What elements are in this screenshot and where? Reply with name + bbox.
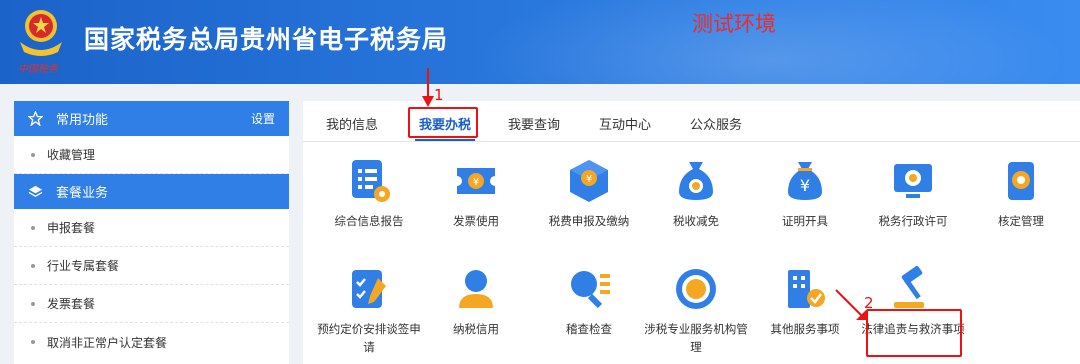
sidebar-item-label: 取消非正常户认定套餐 (47, 335, 168, 350)
settings-link[interactable]: 设置 (251, 110, 275, 127)
bullet (31, 263, 35, 268)
service-label: 证明开具 (782, 214, 828, 228)
service-item[interactable]: 纳税信用 (421, 264, 531, 338)
active-tab-indicator (415, 139, 475, 141)
service-label: 税收减免 (673, 214, 719, 228)
sidebar-item-label: 发票套餐 (47, 297, 96, 311)
search-list-icon (571, 271, 610, 309)
money-bag-yuan-icon: ¥ (788, 162, 822, 200)
service-item[interactable]: 核定管理 (966, 156, 1076, 230)
service-item[interactable]: ¥ 税费申报及缴纳 (534, 156, 644, 230)
seal-icon (676, 269, 716, 309)
sidebar-item[interactable]: 申报套餐 (14, 209, 289, 247)
building-check-icon (788, 270, 825, 308)
sidebar-item-label: 收藏管理 (47, 148, 96, 162)
sidebar-section-favorites[interactable]: 常用功能 设置 (14, 101, 289, 136)
svg-text:¥: ¥ (800, 176, 810, 195)
user-icon (459, 270, 493, 308)
service-item[interactable]: 综合信息报告 (314, 156, 424, 230)
service-item[interactable]: 税务行政许可 (858, 156, 968, 230)
annotation-arrow-down-icon (422, 68, 434, 107)
tab-interaction[interactable]: 互动中心 (599, 114, 651, 133)
sidebar-section-title: 常用功能 (56, 113, 109, 128)
service-label: 税费申报及缴纳 (548, 214, 630, 228)
emblem-script-text: 中国税务 (18, 64, 58, 75)
service-item[interactable]: 税收减免 (641, 156, 751, 230)
sidebar-item[interactable]: 取消非正常户认定套餐 (14, 323, 289, 361)
bullet (31, 152, 35, 157)
bullet (31, 225, 35, 230)
annotation-box-step1 (408, 107, 478, 138)
service-label: 纳税信用 (453, 322, 499, 336)
sidebar-section-packages[interactable]: 套餐业务 (14, 174, 289, 209)
ticket-icon: ¥ (457, 168, 495, 194)
annotation-box-step2 (866, 309, 962, 357)
service-item[interactable]: 涉税专业服务机构管理 (641, 264, 751, 356)
emblem-icon (20, 10, 62, 56)
site-header: 中国税务 国家税务总局贵州省电子税务局 测试环境 (0, 0, 1080, 84)
service-label: 发票使用 (453, 214, 499, 228)
service-item[interactable]: ¥ 发票使用 (421, 156, 531, 230)
tab-query[interactable]: 我要查询 (508, 114, 560, 133)
service-label: 稽查检查 (566, 322, 612, 336)
service-label: 核定管理 (998, 214, 1044, 228)
sidebar-item[interactable]: 收藏管理 (14, 136, 289, 174)
service-label: 涉税专业服务机构管理 (644, 322, 748, 354)
svg-text:¥: ¥ (586, 174, 592, 185)
sidebar-section-title: 套餐业务 (56, 186, 109, 201)
gavel-icon (894, 265, 924, 308)
sidebar: 常用功能 设置 收藏管理 套餐业务 申报套餐 行业专属套餐 发票套餐 取消非正常… (14, 101, 289, 364)
tab-public-service[interactable]: 公众服务 (690, 114, 742, 133)
box-yuan-icon: ¥ (570, 160, 608, 202)
money-bag-search-icon (679, 162, 713, 200)
annotation-arrow-diagonal-icon (835, 289, 866, 320)
sidebar-item[interactable]: 发票套餐 (14, 285, 289, 323)
service-item[interactable]: ¥ 证明开具 (750, 156, 860, 230)
environment-label: 测试环境 (692, 12, 776, 36)
sidebar-item-label: 行业专属套餐 (47, 259, 120, 273)
star-icon (28, 111, 44, 126)
sidebar-item[interactable]: 行业专属套餐 (14, 247, 289, 285)
bullet (31, 340, 35, 344)
checklist-pen-icon (352, 270, 386, 308)
sidebar-item-label: 申报套餐 (47, 221, 96, 235)
service-item[interactable]: 预约定价安排谈签申请 (314, 264, 424, 356)
main-panel: 我的信息 我要办税 我要查询 互动中心 公众服务 综合信息报告 ¥ 发票使用 ¥ (303, 101, 1080, 364)
service-label: 预约定价安排谈签申请 (317, 322, 421, 354)
site-title: 国家税务总局贵州省电子税务局 (84, 25, 449, 54)
tab-my-info[interactable]: 我的信息 (326, 114, 378, 133)
bullet (31, 301, 35, 306)
service-label: 综合信息报告 (334, 214, 404, 228)
clipboard-gear-icon (1008, 162, 1034, 200)
layers-icon (28, 184, 44, 199)
svg-text:¥: ¥ (473, 177, 479, 188)
service-label: 税务行政许可 (878, 214, 948, 228)
report-gear-icon (352, 160, 390, 202)
service-item[interactable]: 稽查检查 (534, 264, 644, 338)
monitor-search-icon (894, 164, 932, 198)
